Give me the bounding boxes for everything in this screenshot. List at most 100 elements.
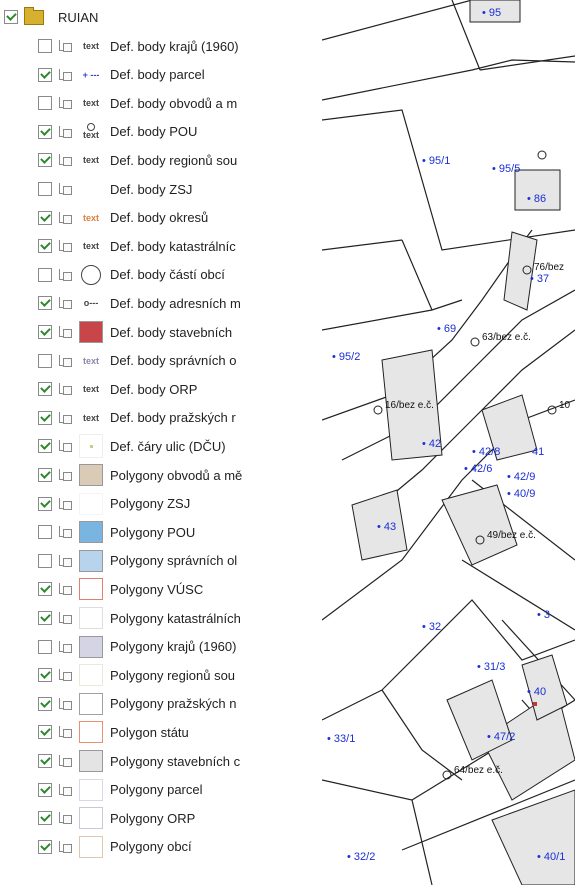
svg-text:• 31/3: • 31/3 <box>477 661 505 673</box>
layer-checkbox[interactable] <box>38 639 52 654</box>
layer-checkbox[interactable] <box>38 668 52 683</box>
layer-checkbox[interactable] <box>38 782 52 797</box>
layer-icon <box>58 582 72 596</box>
layer-checkbox[interactable] <box>38 124 52 139</box>
layer-row[interactable]: Polygony parcel <box>38 777 203 803</box>
layer-label: Def. čáry ulic (DČU) <box>110 438 226 454</box>
layer-row[interactable]: Def. body ZSJ <box>38 176 192 202</box>
layer-label: Polygony POU <box>110 524 196 540</box>
layer-checkbox[interactable] <box>38 811 52 826</box>
layer-row[interactable]: text Def. body okresů <box>38 205 208 231</box>
root-checkbox[interactable] <box>4 10 18 24</box>
layer-checkbox[interactable] <box>38 182 52 196</box>
legend-symbol-icon <box>78 321 104 343</box>
legend-symbol-icon <box>78 635 104 658</box>
layer-checkbox[interactable] <box>38 839 52 854</box>
layer-label: Polygony ZSJ <box>110 496 191 512</box>
layer-checkbox[interactable] <box>38 754 52 768</box>
layer-group-ruian[interactable]: RUIAN <box>4 6 98 27</box>
layer-row[interactable]: Polygony ZSJ <box>38 491 190 517</box>
layer-row[interactable]: Polygony regionů sou <box>38 662 235 688</box>
layer-row[interactable]: o--- Def. body adresních m <box>38 290 241 316</box>
layer-icon <box>58 668 72 682</box>
svg-text:• 42/8: • 42/8 <box>472 446 500 458</box>
svg-text:• 32/2: • 32/2 <box>347 851 375 863</box>
layer-row[interactable]: Polygony katastrálních <box>38 605 241 631</box>
svg-text:• 43: • 43 <box>377 521 396 533</box>
layer-row[interactable]: text Def. body katastrálníc <box>38 233 236 259</box>
layer-checkbox[interactable] <box>38 496 52 511</box>
layer-row[interactable]: + --- Def. body parcel <box>38 62 205 88</box>
svg-text:• 33/1: • 33/1 <box>327 733 355 745</box>
layer-checkbox[interactable] <box>38 582 52 597</box>
layer-checkbox[interactable] <box>38 553 52 568</box>
layer-row[interactable]: Polygony obvodů a mě <box>38 462 242 488</box>
layer-row[interactable]: Polygon státu <box>38 719 189 745</box>
layer-checkbox[interactable] <box>38 525 52 540</box>
layer-checkbox[interactable] <box>38 153 52 168</box>
layer-icon <box>58 611 72 625</box>
layer-checkbox[interactable] <box>38 725 52 740</box>
svg-text:• 40/9: • 40/9 <box>507 488 535 500</box>
layer-row[interactable]: Polygony správních ol <box>38 548 237 574</box>
legend-symbol-icon <box>78 549 104 572</box>
layer-label: Polygony regionů sou <box>110 667 236 683</box>
layer-label: Polygony pražských n <box>110 696 237 712</box>
svg-text:• 42/9: • 42/9 <box>507 471 535 483</box>
layer-label: Def. body katastrálníc <box>110 238 236 254</box>
layer-checkbox[interactable] <box>38 39 52 53</box>
layer-checkbox[interactable] <box>38 382 52 397</box>
layer-row[interactable]: text Def. body obvodů a m <box>38 90 237 116</box>
layer-checkbox[interactable] <box>38 210 52 225</box>
layer-label: Def. body regionů sou <box>110 152 238 168</box>
layer-row[interactable]: Polygony pražských n <box>38 691 236 717</box>
layer-checkbox[interactable] <box>38 468 52 482</box>
layer-row[interactable]: Def. body stavebních <box>38 319 232 345</box>
legend-symbol-icon: text <box>78 121 104 143</box>
layer-label: Polygony správních ol <box>110 553 238 569</box>
layer-checkbox[interactable] <box>38 296 52 311</box>
layer-checkbox[interactable] <box>38 611 52 625</box>
legend-symbol-icon: text <box>82 155 99 166</box>
layer-checkbox[interactable] <box>38 353 52 368</box>
layer-row[interactable]: Def. body částí obcí <box>38 262 225 288</box>
layer-row[interactable]: Polygony stavebních c <box>38 748 240 774</box>
layer-row[interactable]: text Def. body pražských r <box>38 405 236 431</box>
layer-row[interactable]: Polygony krajů (1960) <box>38 634 236 660</box>
layer-row[interactable]: text Def. body správních o <box>38 348 236 374</box>
layer-checkbox[interactable] <box>38 67 52 82</box>
layer-checkbox[interactable] <box>38 410 52 425</box>
legend-symbol-icon: text <box>82 212 99 223</box>
layer-checkbox[interactable] <box>38 696 52 711</box>
svg-text:10: 10 <box>559 400 571 411</box>
layer-label: Polygony stavebních c <box>110 753 241 769</box>
layer-label: Def. body ZSJ <box>110 181 193 197</box>
layer-row[interactable]: Def. čáry ulic (DČU) <box>38 433 226 459</box>
layer-icon <box>58 239 72 253</box>
layer-row[interactable]: text Def. body ORP <box>38 376 197 402</box>
layer-row[interactable]: Polygony VÚSC <box>38 576 203 602</box>
layer-checkbox[interactable] <box>38 267 52 282</box>
layer-icon <box>58 39 72 53</box>
layer-label: Polygony parcel <box>110 782 203 798</box>
layer-checkbox[interactable] <box>38 239 52 254</box>
svg-text:• 40: • 40 <box>527 686 546 698</box>
layer-icon <box>58 182 72 196</box>
layer-row[interactable]: text Def. body regionů sou <box>38 147 237 173</box>
layer-row[interactable]: Polygony POU <box>38 519 195 545</box>
layer-checkbox[interactable] <box>38 439 52 454</box>
layer-icon <box>58 811 72 825</box>
map-view[interactable]: • 95 • 95/1 • 95/5 • 86 • 37 • 69 • 95/2… <box>321 0 575 886</box>
layer-checkbox[interactable] <box>38 96 52 111</box>
layer-label: Polygony obcí <box>110 839 192 855</box>
map-canvas[interactable]: • 95 • 95/1 • 95/5 • 86 • 37 • 69 • 95/2… <box>321 0 575 886</box>
svg-text:• 86: • 86 <box>527 193 546 205</box>
layer-row[interactable]: Polygony ORP <box>38 805 195 831</box>
layer-icon <box>58 697 72 711</box>
legend-symbol-icon <box>78 434 104 459</box>
layer-row[interactable]: text Def. body POU <box>38 119 197 145</box>
layer-row[interactable]: text Def. body krajů (1960) <box>38 33 239 59</box>
layer-icon <box>58 783 72 797</box>
layer-checkbox[interactable] <box>38 325 52 339</box>
layer-row[interactable]: Polygony obcí <box>38 834 192 860</box>
